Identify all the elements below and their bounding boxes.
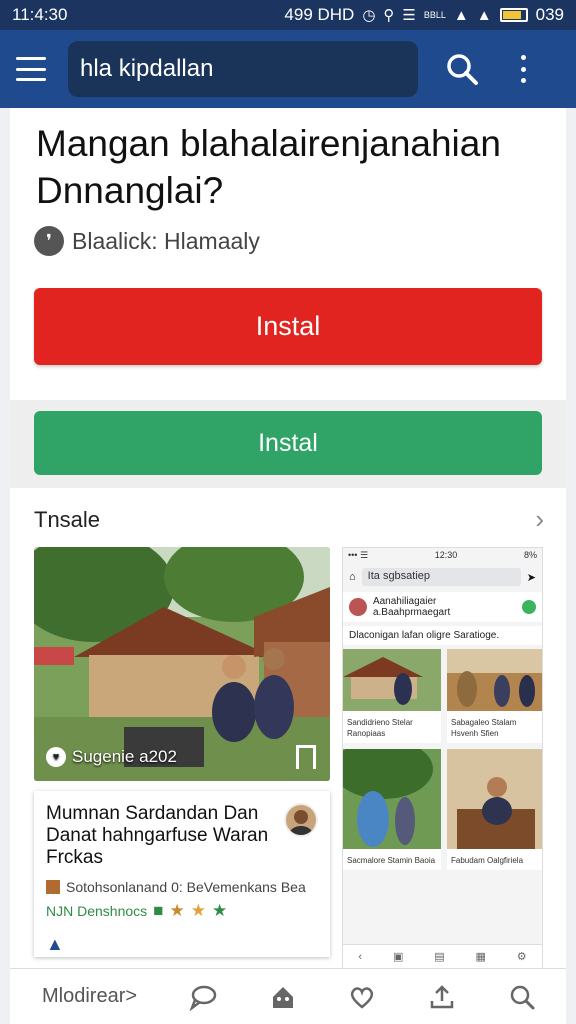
signal-icon: ▲ [453, 6, 469, 24]
embedded-screenshot[interactable]: ••• ☰ 12:30 8% ⌂ Ita sgbsatiep ➤ Aanahil… [342, 547, 543, 969]
source-icon [46, 880, 60, 894]
mini-tile-photo [343, 739, 441, 849]
mini-time: 12:30 [434, 550, 458, 560]
location-icon: ⚲ [383, 7, 395, 24]
mini-battery: 8% [523, 550, 537, 560]
mini-check-icon [522, 600, 536, 614]
content-sheet: Mangan blahalairenjanahian Dnnanglai? ❜ … [10, 108, 566, 969]
bottom-nav-first[interactable]: Mlodirear> [42, 985, 137, 1008]
upload-icon[interactable] [428, 983, 456, 1011]
mini-tile-caption: Sandidrieno Stelar Ranopiaas [347, 718, 413, 738]
battery-text: 039 [535, 5, 564, 24]
photo-caption-text: Sugenie a202 [72, 747, 177, 766]
section-header[interactable]: Tnsale › [34, 504, 544, 535]
search-nav-icon[interactable] [508, 983, 536, 1011]
mini-home-icon: ⌂ [349, 571, 356, 583]
mini-search-row: ⌂ Ita sgbsatiep ➤ [349, 566, 536, 588]
mini-grid-row-1: Sandidrieno Stelar Ranopiaas Sabagaleo S… [343, 649, 542, 743]
mini-tile-caption: Sacmalore Stamin Baoia [347, 856, 436, 865]
status-info: 499 DHD [284, 5, 355, 24]
mini-status-bar: ••• ☰ 12:30 8% [343, 548, 542, 564]
star-icon: ★ [211, 901, 228, 920]
status-time: 11:4:30 [12, 5, 68, 24]
mini-profile-card: Aanahiliagaier a.Baahprmaegart [343, 592, 542, 622]
mini-bottom-nav: ‹ ▣ ▤ ▦ ⚙ [343, 944, 542, 968]
mini-tile-photo [343, 649, 441, 711]
photo-caption: ♥ Sugenie a202 [46, 747, 177, 767]
mini-tile-caption: Fabudam Oalgfiriela [451, 856, 524, 865]
star-icon: ★ [190, 901, 206, 920]
pin-icon: ▲ [46, 934, 64, 954]
section-title: Tnsale [34, 506, 101, 532]
battery-icon [499, 8, 528, 22]
author-icon: ❜ [34, 226, 64, 256]
heart-badge-icon: ♥ [46, 747, 66, 767]
status-bar: 11:4:30 499 DHD ◷ ⚲ ☰ BBLL ▲ ▲ 039 [0, 0, 576, 30]
mini-search-field: Ita sgbsatiep [361, 568, 521, 586]
author-line[interactable]: ❜ Blaalick: Hlamaaly [34, 226, 260, 256]
mini-signal-icon: ••• ☰ [348, 550, 369, 560]
mini-tile: Sabagaleo Stalam Hsvenh Sfien [447, 649, 542, 743]
more-vert-icon[interactable] [518, 55, 528, 83]
mini-book-icon: ▣ [392, 951, 404, 963]
article-card-tags-text: NJN Denshnocs [46, 903, 148, 919]
mini-tile: Fabudam Oalgfiriela [447, 749, 542, 870]
signal-icon-2: ▲ [476, 6, 492, 24]
mini-post-line: Dlaconigan lafan oligre Saratioge. [349, 630, 500, 641]
mini-settings-icon: ⚙ [516, 951, 527, 963]
app-bar: hla kipdallan [0, 30, 576, 108]
heart-icon[interactable] [348, 983, 376, 1011]
article-card-headline: Mumnan Sardandan Dan Danat hahngarfuse W… [46, 803, 269, 868]
mini-grid-row-2: Sacmalore Stamin Baoia Fabudam Oalgfirie… [343, 739, 542, 870]
install-button-primary[interactable]: Instal [34, 288, 542, 365]
article-card-meta-text: Sotohsonlanand 0: BeVemenkans Bea [66, 879, 306, 895]
star-icon: ■ [153, 901, 164, 920]
alarm-icon: ◷ [362, 7, 376, 24]
mini-tile-photo [447, 749, 542, 849]
mini-profile-line: Aanahiliagaier a.Baahprmaegart [372, 596, 451, 618]
article-card-meta: Sotohsonlanand 0: BeVemenkans Bea [46, 879, 318, 895]
search-input[interactable]: hla kipdallan [68, 41, 418, 97]
mini-tile-caption: Sabagaleo Stalam Hsvenh Sfien [451, 718, 517, 738]
install-button-secondary[interactable]: Instal [34, 411, 542, 475]
mini-share-icon: ➤ [526, 571, 536, 584]
chevron-right-icon: › [535, 504, 544, 534]
page-title: Mangan blahalairenjanahian Dnnanglai? [36, 123, 501, 211]
mini-back-icon: ‹ [358, 950, 363, 963]
bottom-nav: Mlodirear> [10, 968, 566, 1024]
village-photo [34, 547, 330, 781]
search-value: hla kipdallan [80, 55, 214, 82]
article-card-tags: NJN Denshnocs ■ ★ ★ ★ [46, 901, 318, 921]
article-card-avatar [284, 803, 318, 837]
photo-card[interactable]: ♥ Sugenie a202 [34, 547, 330, 781]
mini-avatar [349, 598, 367, 616]
mini-doc-icon: ▤ [434, 951, 445, 963]
mini-tile: Sandidrieno Stelar Ranopiaas [343, 649, 441, 743]
menu-icon[interactable] [16, 57, 46, 81]
status-right: 499 DHD ◷ ⚲ ☰ BBLL ▲ ▲ 039 [284, 5, 564, 25]
bookmark-icon[interactable] [296, 745, 316, 769]
mini-tab-icon: ▦ [475, 951, 486, 963]
chat-icon[interactable] [189, 983, 217, 1011]
home-icon[interactable] [269, 983, 297, 1011]
search-icon[interactable] [444, 51, 480, 87]
mini-tile-photo [447, 649, 542, 711]
star-icon: ★ [169, 901, 185, 920]
mini-post-card: Dlaconigan lafan oligre Saratioge. [343, 626, 542, 645]
wifi-icon: ☰ [402, 7, 416, 24]
article-card[interactable]: Mumnan Sardandan Dan Danat hahngarfuse W… [34, 791, 330, 957]
mini-tile: Sacmalore Stamin Baoia [343, 739, 441, 870]
network-label: BBLL [423, 10, 446, 20]
author-name: Blaalick: Hlamaaly [72, 227, 260, 254]
